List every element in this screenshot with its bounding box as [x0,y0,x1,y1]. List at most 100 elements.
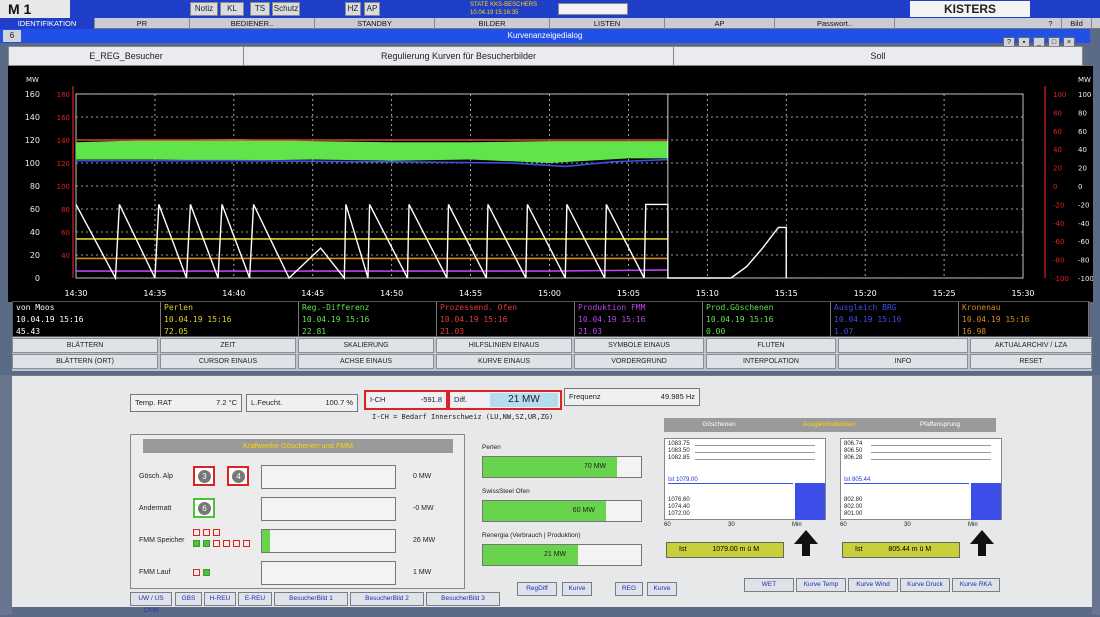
tab-ausgleichsbecken[interactable]: Ausgleichsbecken [774,418,884,432]
y-right-secondary-tick: -80 [1053,257,1064,265]
chart-control-button[interactable] [838,338,968,353]
menu-bediener[interactable]: BEDIENER.. [190,18,315,29]
consumer-label: SwissSteel Ofen [482,488,530,495]
chart-control-button[interactable]: INFO [838,354,968,369]
y-left-tick: 140 [25,113,40,122]
legend-name: Prozessend. Ofen [440,303,518,312]
chart-control-button[interactable]: HILFSLINIEN EINAUS [436,338,572,353]
weather-button[interactable]: Kurve Temp [796,578,846,592]
chart-control-button[interactable]: SYMBOLE EINAUS [574,338,704,353]
menu-pr[interactable]: PR [95,18,190,29]
weather-button[interactable]: WET [744,578,794,592]
level-line [695,452,815,453]
tab-pfaffensprung[interactable]: Pfaffensprung [884,418,996,432]
plants-box: Kraftwerke Göschenen und FMM Gösch. Alp 3… [130,434,465,589]
view-nav-button[interactable]: E-REU [238,592,272,606]
chart-control-button[interactable]: FLUTEN [706,338,836,353]
view-nav-button[interactable]: GBS [175,592,202,606]
view-nav-button[interactable]: H-REU [204,592,236,606]
reservoir-axis-label: 30 [728,522,735,528]
ts-button[interactable]: TS [250,2,270,16]
reservoir-level-mark: 1072.00 [668,511,690,517]
menu-identifikation[interactable]: IDENTIFIKATION [0,18,95,29]
x-tick-label: 15:05 [617,289,640,298]
schutz-button[interactable]: Schutz [272,2,300,16]
chart-control-button[interactable]: SKALIERUNG [298,338,434,353]
reservoir-level-mark: 806.74 [844,441,863,447]
legend-entry[interactable]: Ausgleich BRG 10.04.19 15:16 1.07 [831,302,959,338]
menu-bilder[interactable]: BILDER [435,18,550,29]
chart-control-button[interactable]: INTERPOLATION [706,354,836,369]
menu-passwort[interactable]: Passwort.. [775,18,895,29]
chart-control-button[interactable]: BLÄTTERN [12,338,158,353]
unit-badge[interactable]: 6 [193,498,215,518]
chart-control-button[interactable]: CURSOR EINAUS [160,354,296,369]
plant-label: FMM Lauf [139,569,171,576]
y-right-tick: -100 [1078,275,1093,283]
plant-power-value: 0 MW [413,473,432,480]
kisters-logo: KISTERS [910,1,1030,17]
menu-bild[interactable]: Bild [1062,18,1092,29]
y-left-secondary-tick: 160 [57,114,70,122]
legend-name: Prod.Göschenen [706,303,774,312]
legend-entry[interactable]: Reg.-Differenz 10.04.19 15:16 22.81 [299,302,437,338]
weather-button[interactable]: Kurve RKA [952,578,1000,592]
series-line [76,269,668,272]
left-scrollbar[interactable] [0,375,12,615]
reg-button[interactable]: REG [615,582,643,596]
chart-control-button[interactable]: ZEIT [160,338,296,353]
chart-control-button[interactable]: ACHSE EINAUS [298,354,434,369]
ap-button[interactable]: AP [364,2,380,16]
level-line [871,445,991,446]
y-left-tick: 0 [35,274,40,283]
menu-standby[interactable]: STANDBY [315,18,435,29]
legend-entry[interactable]: Perlen 10.04.19 15:16 72.05 [161,302,299,338]
chart-control-button[interactable]: RESET [970,354,1092,369]
visitor-panel: Temp. RAT 7.2 °C L.Feucht. 100.7 % I-CH … [12,375,1092,614]
menu-ap[interactable]: AP [665,18,775,29]
status-line-2: 10.04.19 15:16:35 [470,10,519,16]
right-scrollbar[interactable] [1092,375,1100,615]
legend-entry[interactable]: Prozessend. Ofen 10.04.19 15:16 21.03 [437,302,575,338]
menu-listen[interactable]: LISTEN [550,18,665,29]
y-left-unit: MW [26,76,39,84]
weather-button[interactable]: Kurve Wind [848,578,898,592]
view-nav-button[interactable]: BesucherBild 3 [426,592,500,606]
pump-indicator [193,540,200,547]
trend-chart[interactable]: 160 140 120 100 80 60 40 20 0 180 160 140 120 100 80 60… [8,66,1093,302]
x-tick-label: 15:15 [775,289,798,298]
humidity-label: L.Feucht. [251,398,283,407]
notiz-button[interactable]: Notiz [190,2,218,16]
unit-badge[interactable]: 3 [193,466,215,486]
legend-time: 10.04.19 15:16 [706,315,774,324]
chart-control-button[interactable]: AKTUALARCHIV / LZA [970,338,1092,353]
x-tick-label: 14:55 [459,289,482,298]
chart-control-button[interactable]: KURVE EINAUS [436,354,572,369]
kl-button[interactable]: KL [220,2,244,16]
reg-curve-button[interactable]: Kurve [647,582,677,596]
chart-control-button[interactable]: BLÄTTERN (ORT) [12,354,158,369]
legend-entry[interactable]: Prod.Göschenen 10.04.19 15:16 0.00 [703,302,831,338]
hz-button[interactable]: HZ [345,2,361,16]
menu-help[interactable]: ? [1040,18,1062,29]
tab-goeschenen[interactable]: Göschenen [664,418,774,432]
pump-indicator [213,540,220,547]
view-nav-button[interactable]: UW / US CKW [130,592,172,614]
view-nav-button[interactable]: BesucherBild 2 [350,592,424,606]
reservoir-level-mark: 802.80 [844,497,863,503]
unit-badge[interactable]: 4 [227,466,249,486]
view-nav-button[interactable]: BesucherBild 1 [274,592,348,606]
y-left-secondary-tick: 100 [57,183,70,191]
reservoir-fill [971,483,1001,520]
legend-entry[interactable]: von Moos 10.04.19 15:16 45.43 [13,302,161,338]
y-left-secondary-tick: 180 [57,91,70,99]
weather-button[interactable]: Kurve Druck [900,578,950,592]
level-line [695,445,815,446]
legend-name: Reg.-Differenz [302,303,370,312]
legend-entry[interactable]: Produktion FMM 10.04.19 15:16 21.03 [575,302,703,338]
chart-control-button[interactable]: VORDERGRUND [574,354,704,369]
regdiff-button[interactable]: RegDiff [517,582,557,596]
legend-entry[interactable]: Kronenau 10.04.19 15:16 16.98 [959,302,1089,338]
reservoir-readout-value: 1079.00 m ü M [712,546,760,553]
regdiff-curve-button[interactable]: Kurve [562,582,592,596]
